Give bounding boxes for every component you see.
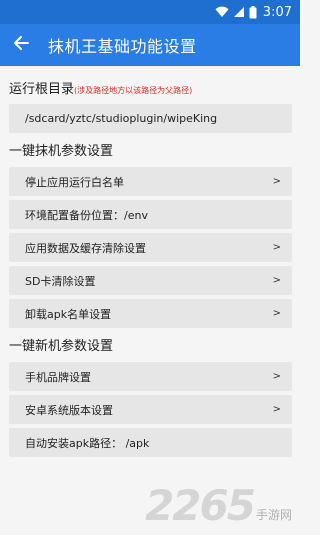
sd-card-clear-row[interactable]: SD卡清除设置 > [9, 266, 292, 295]
root-dir-row[interactable]: /sdcard/yztc/studioplugin/wipeKing [9, 104, 292, 133]
chevron-right-icon: > [272, 176, 281, 187]
chevron-right-icon: > [272, 404, 281, 415]
section-title-wipe-params: 一键抹机参数设置 [0, 142, 300, 162]
app-bar: 抹机王基础功能设置 [0, 24, 300, 66]
stop-app-whitelist-row[interactable]: 停止应用运行白名单 > [9, 167, 292, 196]
battery-icon [249, 5, 257, 19]
wifi-icon [215, 6, 229, 18]
phone-brand-row[interactable]: 手机品牌设置 > [9, 362, 292, 391]
watermark-logo: 2265 手游网 [145, 485, 292, 527]
section-title-text: 一键抹机参数设置 [9, 144, 114, 159]
row-label: SD卡清除设置 [25, 274, 96, 288]
back-button[interactable] [0, 24, 42, 66]
row-label: 自动安装apk路径： /apk [25, 436, 150, 450]
back-arrow-icon [13, 35, 29, 55]
section-title-text: 一键新机参数设置 [9, 339, 114, 354]
settings-content: 运行根目录(涉及路径地方以该路径为父路径) /sdcard/yztc/studi… [0, 80, 300, 457]
row-label: 应用数据及缓存清除设置 [25, 241, 146, 255]
section-title-new-device-params: 一键新机参数设置 [0, 337, 300, 357]
page-title: 抹机王基础功能设置 [48, 37, 197, 56]
watermark-number: 2265 [145, 481, 256, 530]
chevron-right-icon: > [272, 308, 281, 319]
uninstall-apk-list-row[interactable]: 卸载apk名单设置 > [9, 299, 292, 328]
row-label: /sdcard/yztc/studioplugin/wipeKing [25, 112, 218, 125]
cellular-signal-icon [233, 6, 245, 18]
app-data-cache-clear-row[interactable]: 应用数据及缓存清除设置 > [9, 233, 292, 262]
chevron-right-icon: > [272, 275, 281, 286]
row-label: 停止应用运行白名单 [25, 175, 124, 189]
row-label: 手机品牌设置 [25, 370, 91, 384]
android-version-row[interactable]: 安卓系统版本设置 > [9, 395, 292, 424]
env-backup-location-row[interactable]: 环境配置备份位置：/env [9, 200, 292, 229]
row-label: 卸载apk名单设置 [25, 307, 112, 321]
auto-install-apk-path-row[interactable]: 自动安装apk路径： /apk [9, 428, 292, 457]
row-label: 安卓系统版本设置 [25, 403, 113, 417]
status-time: 3:07 [262, 4, 292, 20]
section-note: (涉及路径地方以该路径为父路径) [74, 86, 193, 95]
section-title-root-dir: 运行根目录(涉及路径地方以该路径为父路径) [0, 80, 300, 100]
watermark-text: 手游网 [255, 508, 292, 522]
row-label: 环境配置备份位置：/env [25, 208, 148, 222]
status-bar: 3:07 [0, 0, 300, 24]
chevron-right-icon: > [272, 242, 281, 253]
chevron-right-icon: > [272, 371, 281, 382]
section-title-text: 运行根目录 [9, 82, 75, 97]
